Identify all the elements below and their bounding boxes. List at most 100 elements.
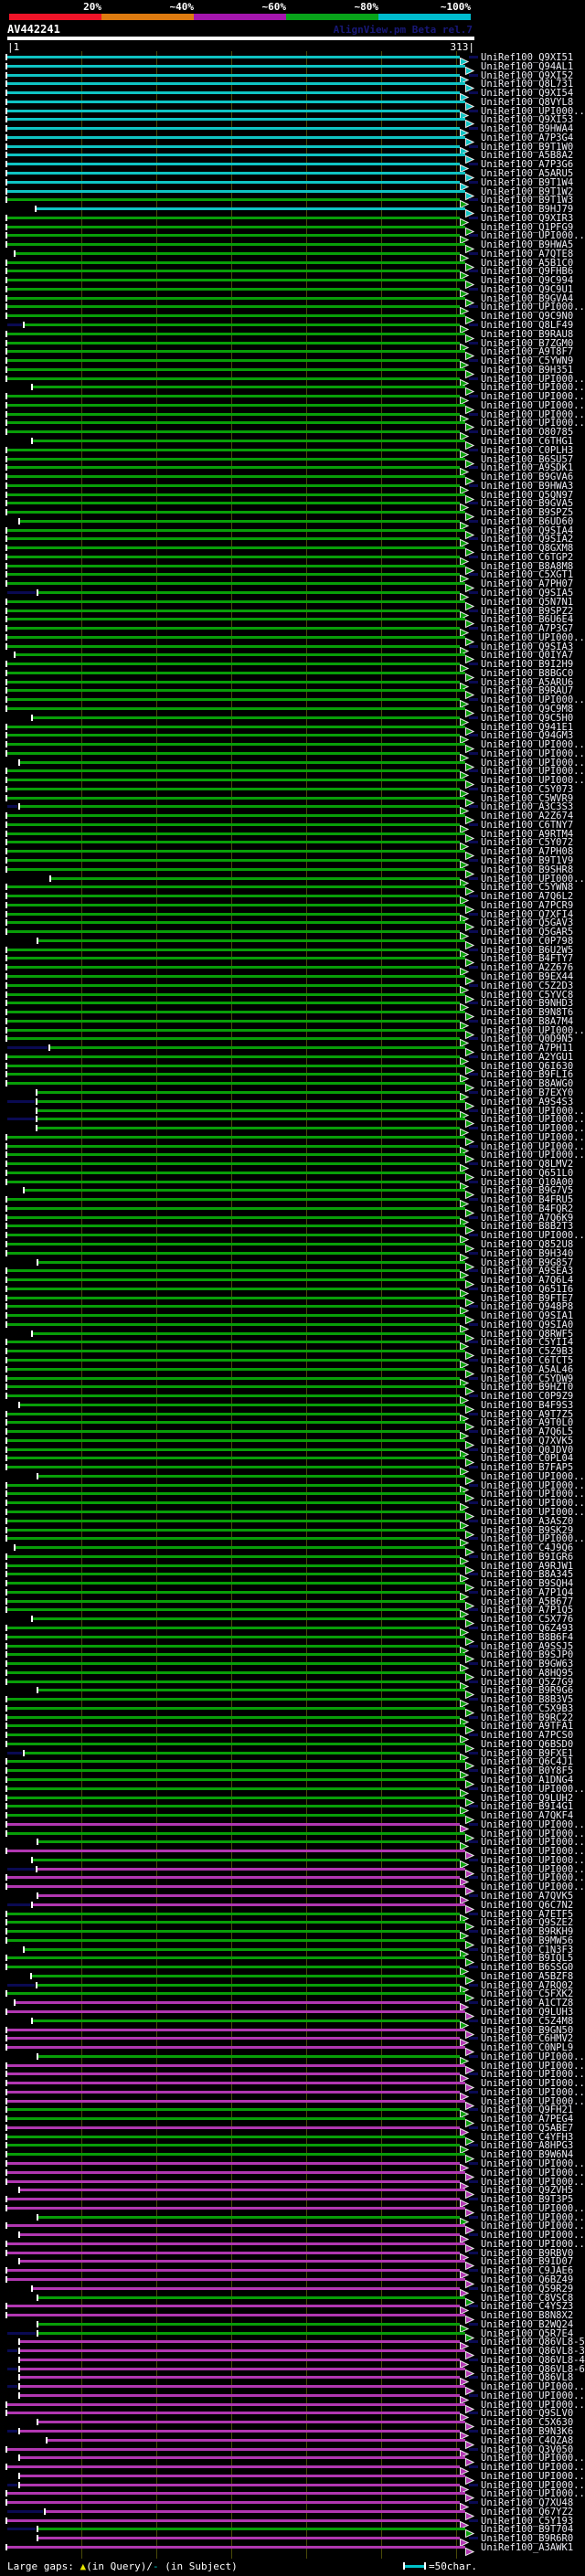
hit-bar[interactable] [7, 1224, 465, 1228]
hit-bar[interactable] [7, 546, 465, 550]
hit-bar[interactable] [7, 1582, 465, 1585]
hit-bar[interactable] [7, 992, 465, 996]
hit-bar[interactable] [7, 957, 465, 960]
hit-bar[interactable] [7, 64, 465, 68]
hit-bar[interactable] [38, 938, 465, 942]
hit-bar[interactable] [7, 448, 460, 451]
hit-bar[interactable] [7, 1662, 460, 1666]
hit-bar[interactable] [7, 1956, 465, 1960]
hit-bar[interactable] [38, 2322, 460, 2326]
hit-bar[interactable] [7, 1715, 460, 1719]
hit-bar[interactable] [7, 154, 465, 157]
hit-bar[interactable] [7, 270, 460, 273]
hit-bar[interactable] [7, 225, 465, 228]
hit-bar[interactable] [33, 716, 460, 719]
hit-bar[interactable] [7, 814, 465, 818]
hit-bar[interactable] [7, 1234, 460, 1237]
hit-bar[interactable] [7, 528, 465, 532]
hit-bar[interactable] [46, 2509, 465, 2513]
hit-bar[interactable] [7, 2224, 465, 2228]
hit-bar[interactable] [7, 1778, 465, 1782]
hit-bar[interactable] [37, 1983, 460, 1987]
hit-bar[interactable] [7, 1992, 465, 1996]
hit-bar[interactable] [20, 2358, 460, 2361]
hit-bar[interactable] [38, 591, 460, 595]
hit-bar[interactable] [7, 1822, 460, 1826]
hit-bar[interactable] [7, 2206, 465, 2210]
hit-bar[interactable] [7, 2518, 460, 2522]
hit-bar[interactable] [7, 2305, 460, 2308]
hit-bar[interactable] [7, 2046, 465, 2050]
hit-bar[interactable] [20, 2385, 465, 2389]
hit-bar[interactable] [51, 876, 460, 880]
hit-bar[interactable] [38, 2054, 460, 2058]
hit-bar[interactable] [7, 376, 460, 380]
hit-label[interactable]: UniRef100_A3AWK1 [481, 2543, 573, 2553]
hit-bar[interactable] [7, 502, 460, 505]
hit-bar[interactable] [7, 2063, 465, 2067]
hit-bar[interactable] [7, 564, 465, 567]
hit-bar[interactable] [7, 769, 460, 773]
hit-bar[interactable] [7, 1367, 465, 1371]
hit-bar[interactable] [7, 144, 460, 148]
hit-bar[interactable] [7, 1511, 465, 1514]
hit-bar[interactable] [7, 1921, 465, 1924]
hit-bar[interactable] [7, 2108, 460, 2112]
hit-bar[interactable] [7, 2545, 465, 2549]
hit-bar[interactable] [20, 2393, 460, 2397]
hit-bar[interactable] [7, 1296, 465, 1299]
hit-bar[interactable] [7, 341, 460, 345]
hit-bar[interactable] [7, 903, 465, 906]
hit-bar[interactable] [7, 1760, 465, 1764]
hit-bar[interactable] [7, 1805, 460, 1808]
hit-bar[interactable] [7, 430, 460, 434]
hit-bar[interactable] [7, 1153, 465, 1157]
hit-bar[interactable] [7, 457, 465, 461]
hit-bar[interactable] [33, 1331, 465, 1335]
hit-bar[interactable] [7, 1438, 465, 1442]
hit-bar[interactable] [7, 1341, 460, 1344]
hit-bar[interactable] [7, 2269, 460, 2273]
hit-bar[interactable] [7, 1305, 460, 1309]
hit-bar[interactable] [7, 82, 465, 86]
hit-bar[interactable] [7, 475, 465, 479]
hit-bar[interactable] [7, 859, 460, 863]
hit-bar[interactable] [37, 1118, 465, 1121]
hit-bar[interactable] [7, 359, 460, 363]
hit-bar[interactable] [7, 1287, 460, 1290]
hit-bar[interactable] [37, 1108, 460, 1112]
hit-bar[interactable] [7, 689, 465, 693]
hit-bar[interactable] [7, 537, 460, 541]
hit-bar[interactable] [7, 1626, 460, 1629]
hit-bar[interactable] [7, 1180, 460, 1183]
hit-bar[interactable] [20, 805, 460, 809]
hit-bar[interactable] [37, 207, 465, 211]
hit-bar[interactable] [7, 644, 460, 648]
hit-bar[interactable] [7, 1938, 465, 1942]
hit-bar[interactable] [7, 234, 460, 238]
hit-bar[interactable] [20, 519, 460, 523]
hit-bar[interactable] [7, 1002, 460, 1005]
hit-bar[interactable] [7, 2099, 465, 2103]
hit-bar[interactable] [7, 1564, 465, 1567]
hit-bar[interactable] [7, 1573, 460, 1576]
hit-bar[interactable] [7, 1653, 465, 1657]
hit-bar[interactable] [7, 1724, 465, 1728]
hit-bar[interactable] [7, 822, 460, 826]
hit-bar[interactable] [7, 1447, 460, 1451]
hit-bar[interactable] [7, 2082, 465, 2085]
hit-bar[interactable] [20, 2367, 465, 2370]
hit-bar[interactable] [20, 2349, 465, 2353]
hit-bar[interactable] [20, 1403, 465, 1406]
hit-bar[interactable] [7, 1698, 460, 1701]
hit-bar[interactable] [7, 948, 460, 951]
hit-bar[interactable] [7, 2492, 465, 2496]
hit-bar[interactable] [7, 921, 465, 925]
hit-bar[interactable] [38, 1894, 460, 1897]
hit-bar[interactable] [7, 2117, 465, 2121]
hit-bar[interactable] [7, 1412, 460, 1415]
hit-bar[interactable] [33, 1617, 465, 1621]
hit-bar[interactable] [48, 2438, 465, 2442]
hit-bar[interactable] [7, 787, 460, 790]
hit-bar[interactable] [7, 743, 465, 747]
